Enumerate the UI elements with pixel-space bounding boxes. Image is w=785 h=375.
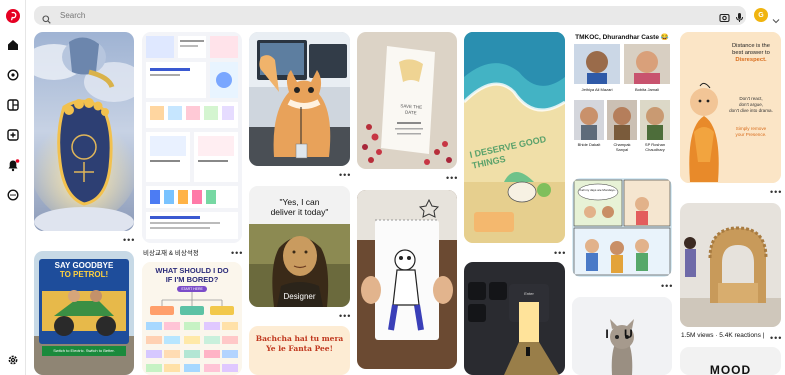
pin-golden-foot[interactable] [34, 32, 134, 231]
bachcha-line-1: Bachcha hai tu mera [255, 334, 344, 343]
boards-icon[interactable] [5, 97, 21, 113]
avatar[interactable]: G [754, 8, 768, 22]
search-bar[interactable]: Search [34, 6, 746, 25]
tmkoc-name-2: Bobita Jamali [634, 87, 659, 92]
monk-quote-5: don't argue, [738, 102, 764, 107]
pinterest-logo-icon[interactable] [5, 8, 21, 24]
create-icon[interactable] [5, 127, 21, 143]
pin-cardboard-arch[interactable] [680, 203, 781, 327]
keyboard-enter-label: Enter [524, 291, 534, 296]
pin-mona-lisa-designer[interactable]: "Yes, I can deliver it today" Designer [249, 186, 350, 307]
mood-sign-text: MOOD [709, 363, 752, 375]
comic-bubble-text: If all my days are Mondays... [578, 188, 618, 192]
explore-icon[interactable] [5, 67, 21, 83]
petrol-headline-2: TO PETROL! [59, 270, 109, 279]
pin-cat-love[interactable]: I U [572, 297, 672, 375]
pin-more-icon[interactable]: ••• [339, 312, 351, 321]
mona-quote-1: "Yes, I can [279, 197, 320, 207]
pin-caption: 비상교재 & 비상석정 [143, 250, 199, 257]
pin-more-icon[interactable]: ••• [339, 171, 351, 180]
pin-more-icon[interactable]: ••• [661, 282, 673, 291]
messages-icon[interactable] [5, 187, 21, 203]
tmkoc-title: TMKOC, Dhurandhar Caste 😂 [575, 34, 669, 41]
monk-quote-1: Distance is the [731, 43, 771, 49]
pin-caption: 1.5M views · 5.4K reactions | [681, 332, 765, 339]
invite-line-2: DATE [404, 109, 417, 116]
pin-more-icon[interactable]: ••• [770, 188, 782, 197]
sidebar-nav [0, 0, 26, 375]
pin-keyboard-door[interactable]: Enter [464, 262, 565, 375]
invite-line-1: SAVE THE [400, 103, 423, 110]
pin-mood-sign[interactable]: MOOD [680, 347, 781, 375]
pin-more-icon[interactable]: ••• [123, 236, 135, 245]
pin-bored-flowchart[interactable]: WHAT SHOULD I DO IF I'M BORED? START HER… [142, 262, 242, 375]
pin-korean-ui-design[interactable] [142, 32, 242, 243]
monk-quote-2: best answer to [732, 50, 770, 56]
top-bar: Search G [26, 0, 785, 30]
pin-say-goodbye-petrol[interactable]: SAY GOODBYE TO PETROL! Switch to Electri… [34, 251, 134, 375]
tmkoc-name-4: Champak Sanyal [613, 142, 631, 152]
tmkoc-name-5: SP Roshan Chaudhary [644, 142, 666, 152]
pin-more-icon[interactable]: ••• [770, 334, 782, 343]
mona-quote-2: deliver it today" [270, 207, 329, 217]
monk-quote-6: don't dive into drama. [729, 108, 773, 113]
search-input[interactable] [34, 6, 746, 25]
pin-deserve-good-things[interactable]: I DESERVE GOOD THINGS [464, 32, 565, 243]
monk-quote-3: Disrespect. [735, 57, 767, 63]
pin-more-icon[interactable]: ••• [231, 249, 243, 258]
pin-more-icon[interactable]: ••• [554, 249, 566, 258]
monk-quote-8: your Presence. [735, 132, 767, 137]
pin-comic-strip[interactable]: If all my days are Mondays... [572, 178, 672, 277]
bored-start-label: START HERE [181, 287, 203, 291]
visual-search-camera-icon[interactable] [719, 10, 730, 28]
notifications-bell-icon[interactable] [5, 157, 21, 173]
pin-bachcha-fanta[interactable]: Bachcha hai tu mera Ye le Fanta Pee! [249, 326, 350, 375]
pin-more-icon[interactable]: ••• [446, 174, 458, 183]
home-icon[interactable] [5, 37, 21, 53]
pin-paper-craft[interactable] [357, 190, 457, 369]
pin-cat-office[interactable] [249, 32, 350, 166]
microphone-icon[interactable] [735, 10, 744, 28]
petrol-headline-1: SAY GOODBYE [54, 261, 114, 270]
pin-wedding-invite[interactable]: SAVE THE DATE [357, 32, 457, 169]
bored-title-2: IF I'M BORED? [165, 275, 219, 284]
petrol-strip-text: Switch to Electric. Switch to Better. [53, 348, 115, 353]
bachcha-line-2: Ye le Fanta Pee! [266, 344, 333, 353]
monk-quote-4: Don't react, [739, 96, 763, 101]
bored-title-1: WHAT SHOULD I DO [155, 266, 229, 275]
pin-tmkoc-meme[interactable]: TMKOC, Dhurandhar Caste 😂 Jethiya Ali Ma… [572, 32, 672, 170]
settings-gear-icon[interactable] [5, 352, 21, 368]
tmkoc-name-3: Bhide Dakait [577, 142, 601, 147]
chevron-down-icon[interactable] [772, 11, 780, 29]
mona-designer-label: Designer [283, 292, 316, 301]
tmkoc-name-1: Jethiya Ali Mazari [581, 87, 613, 92]
cat-letters: I U [605, 327, 639, 341]
monk-quote-7: Simply remove [735, 126, 767, 131]
pin-monk-quote[interactable]: Distance is the best answer to Disrespec… [680, 32, 781, 183]
